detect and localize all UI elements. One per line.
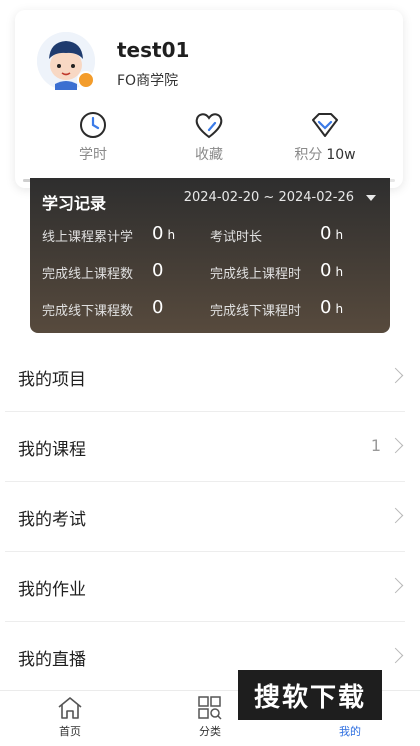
record-item-value: 0 [152,260,164,281]
record-item-label: 完成线下课程数 [42,304,134,319]
study-record-panel: 学习记录 2024-02-20 ~ 2024-02-26 线上课程累计学 0h … [30,178,390,333]
edit-badge-icon[interactable] [77,71,95,89]
record-item-label: 线上课程累计学 [42,230,134,245]
record-title: 学习记录 [42,194,107,213]
record-item-value: 0h [152,223,176,244]
tab-label: 我的 [339,725,361,738]
menu-item-label: 我的项目 [18,370,86,390]
record-item-label: 完成线下课程时 [210,304,302,319]
school-name: FO商学院 [117,73,179,89]
menu-item-courses[interactable]: 我的课程 1 [5,412,405,482]
menu-item-exams[interactable]: 我的考试 [5,482,405,552]
chevron-right-icon [387,367,404,384]
menu-item-projects[interactable]: 我的项目 [5,342,405,412]
chevron-right-icon [387,507,404,524]
record-item-label: 考试时长 [210,230,263,245]
home-icon [58,697,82,719]
tab-label: 分类 [199,725,221,738]
record-item-value: 0h [320,260,344,281]
record-item-value: 0h [320,223,344,244]
menu-list: 我的项目 我的课程 1 我的考试 我的作业 我的直播 [0,342,420,692]
menu-item-label: 我的考试 [18,510,86,530]
stat-favorites[interactable]: 收藏 [149,110,269,170]
menu-item-label: 我的作业 [18,580,86,600]
record-item-label: 完成线上课程时 [210,267,302,282]
stat-label: 学时 [79,147,107,163]
diamond-icon [312,113,338,137]
chevron-right-icon [387,647,404,664]
heart-icon [195,113,223,139]
stat-study-hours[interactable]: 学时 [33,110,153,170]
caret-down-icon[interactable] [366,195,376,201]
record-item-value: 0h [320,297,344,318]
stats-row: 学时 收藏 积分 10w [15,110,403,170]
menu-item-homework[interactable]: 我的作业 [5,552,405,622]
date-range-selector[interactable]: 2024-02-20 ~ 2024-02-26 [184,190,354,205]
username: test01 [117,38,190,62]
record-item-value: 0 [152,297,164,318]
stat-label: 收藏 [195,147,223,163]
stat-label: 积分 10w [294,147,356,163]
category-icon [198,696,222,720]
record-item-label: 完成线上课程数 [42,267,134,282]
stat-points[interactable]: 积分 10w [265,110,385,170]
clock-icon [80,112,106,138]
points-value: 10w [326,147,356,163]
menu-item-count: 1 [370,436,381,455]
chevron-right-icon [387,577,404,594]
watermark-overlay: 搜软下载 [238,670,382,720]
menu-item-label: 我的课程 [18,440,86,460]
tab-home[interactable]: 首页 [30,695,110,739]
chevron-right-icon [387,437,404,454]
profile-card: test01 FO商学院 学时 收藏 积分 10w [15,10,403,188]
menu-item-label: 我的直播 [18,650,86,670]
tab-label: 首页 [59,725,81,738]
